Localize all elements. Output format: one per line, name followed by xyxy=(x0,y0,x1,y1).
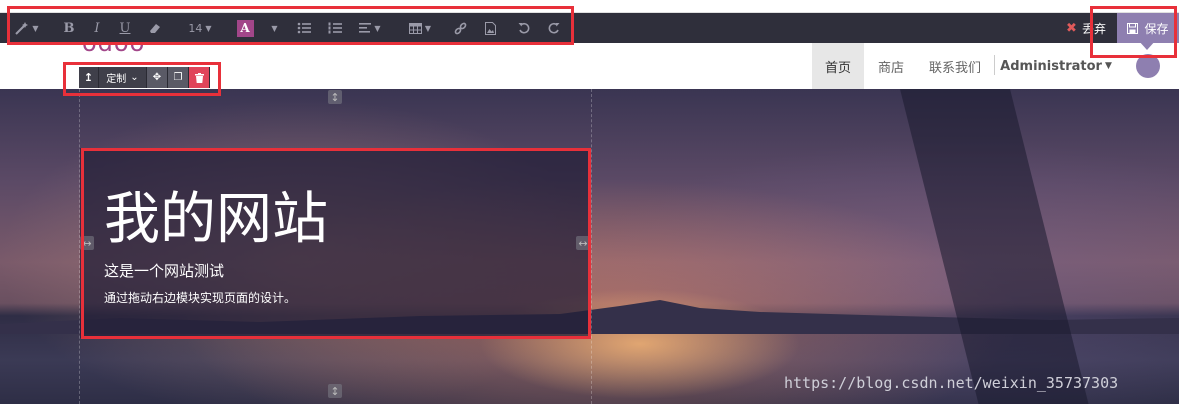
nav-item-home[interactable]: 首页 xyxy=(812,43,864,89)
nav-item-shop[interactable]: 商店 xyxy=(866,43,916,89)
snippet-guide-right xyxy=(591,89,592,404)
nav-item-contact[interactable]: 联系我们 xyxy=(920,43,990,89)
resize-handle-top[interactable]: ↕ xyxy=(328,90,342,104)
watermark: https://blog.csdn.net/weixin_35737303 xyxy=(784,374,1119,392)
nav-item-label: 商店 xyxy=(877,60,904,76)
nav-item-label: 联系我们 xyxy=(928,60,981,76)
chevron-down-icon: ▼ xyxy=(1104,61,1112,71)
close-icon: ✖ xyxy=(1066,20,1077,36)
nav-divider xyxy=(994,55,995,75)
resize-handle-bottom[interactable]: ↕ xyxy=(328,384,342,398)
user-name: Administrator xyxy=(1000,58,1102,74)
nav-item-label: 首页 xyxy=(824,60,851,76)
annotation-box-toolbar xyxy=(7,6,574,45)
annotation-box-save xyxy=(1090,6,1177,58)
annotation-box-options xyxy=(63,62,221,96)
annotation-box-content xyxy=(81,148,591,339)
dark-beam xyxy=(900,89,1089,404)
